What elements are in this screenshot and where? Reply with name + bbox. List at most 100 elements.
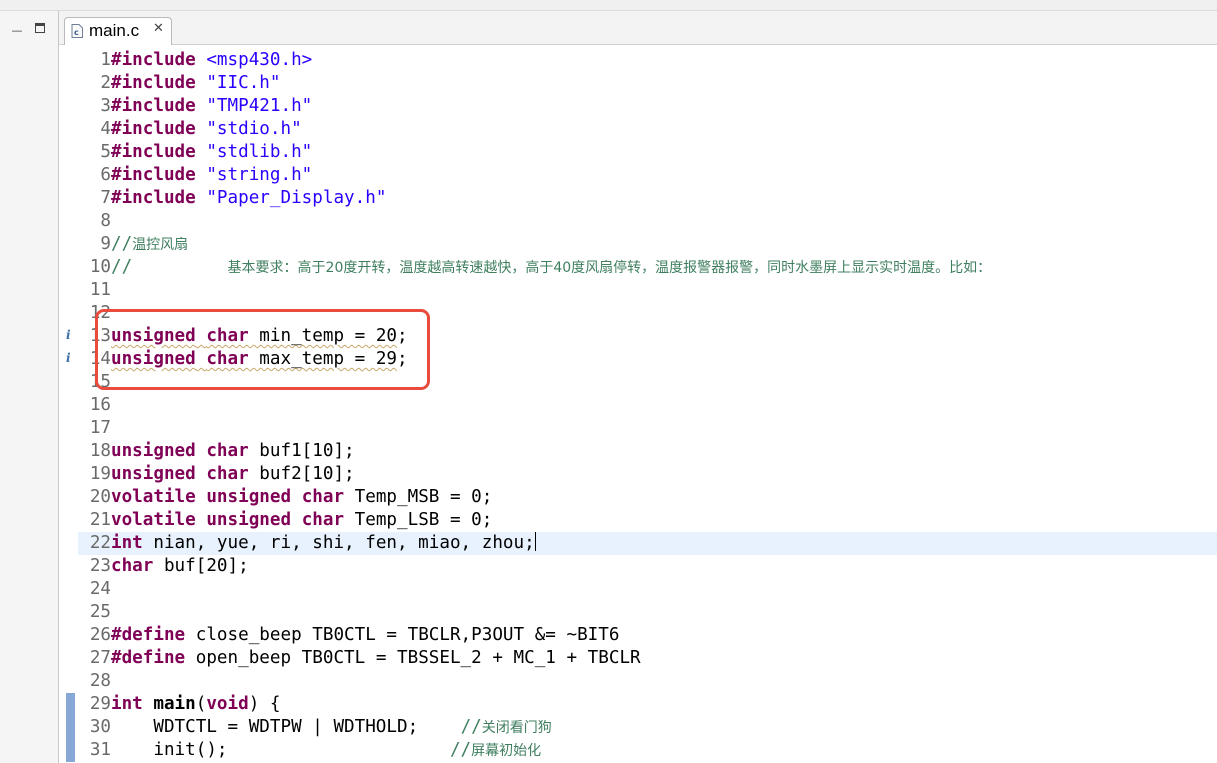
change-marker: [66, 693, 75, 716]
code-line[interactable]: 8: [78, 210, 1217, 233]
code-token: "string.h": [206, 165, 313, 185]
code-line[interactable]: 29int main(void) {: [78, 693, 1217, 716]
code-line[interactable]: 19unsigned char buf2[10];: [78, 463, 1217, 486]
code-token: //: [449, 740, 472, 760]
code-line[interactable]: 18unsigned char buf1[10];: [78, 440, 1217, 463]
code-line[interactable]: 31 init(); //屏幕初始化: [78, 739, 1217, 762]
code-line[interactable]: 12: [78, 302, 1217, 325]
code-line[interactable]: 28: [78, 670, 1217, 693]
code-line[interactable]: 6#include "string.h": [78, 164, 1217, 187]
code-line[interactable]: 16: [78, 394, 1217, 417]
code-line[interactable]: 14unsigned char max_temp = 29;: [78, 348, 1217, 371]
line-number: 8: [100, 211, 111, 231]
code-token: "IIC.h": [206, 73, 281, 93]
code-line[interactable]: 25: [78, 601, 1217, 624]
code-line[interactable]: 1#include <msp430.h>: [78, 49, 1217, 72]
code-line[interactable]: 27#define open_beep TB0CTL = TBSSEL_2 + …: [78, 647, 1217, 670]
code-line[interactable]: 23char buf[20];: [78, 555, 1217, 578]
line-number: 30: [89, 717, 111, 737]
line-number: 21: [89, 510, 111, 530]
code-text: #include "stdlib.h": [111, 142, 312, 162]
code-line[interactable]: 9//温控风扇: [78, 233, 1217, 256]
line-number: 7: [100, 188, 111, 208]
code-line[interactable]: 15: [78, 371, 1217, 394]
code-token: char: [301, 487, 345, 507]
code-text: #define open_beep TB0CTL = TBSSEL_2 + MC…: [111, 648, 641, 668]
change-marker: [66, 716, 75, 739]
code-line[interactable]: 22int nian, yue, ri, shi, fen, miao, zho…: [78, 532, 1217, 555]
line-number: 16: [89, 395, 111, 415]
code-token: main: [153, 694, 196, 714]
line-number: 14: [89, 349, 111, 369]
code-text: WDTCTL = WDTPW | WDTHOLD; //关闭看门狗: [111, 717, 551, 737]
left-panel-collapsed: —: [0, 11, 58, 763]
code-line[interactable]: 21volatile unsigned char Temp_LSB = 0;: [78, 509, 1217, 532]
code-token: close_beep TB0CTL = TBCLR,P3OUT &= ~BIT6: [185, 625, 620, 645]
line-number: 20: [89, 487, 111, 507]
code-token: char: [301, 510, 345, 530]
code-line[interactable]: 5#include "stdlib.h": [78, 141, 1217, 164]
code-token: #include: [111, 188, 196, 208]
code-line[interactable]: 26#define close_beep TB0CTL = TBCLR,P3OU…: [78, 624, 1217, 647]
code-text: #define close_beep TB0CTL = TBCLR,P3OUT …: [111, 625, 619, 645]
code-token: #include: [111, 165, 196, 185]
code-line[interactable]: 2#include "IIC.h": [78, 72, 1217, 95]
code-token: "Paper_Display.h": [206, 188, 387, 208]
code-line[interactable]: 7#include "Paper_Display.h": [78, 187, 1217, 210]
code-token: (: [195, 694, 207, 714]
maximize-icon[interactable]: [35, 23, 45, 33]
code-token: void: [206, 694, 249, 714]
code-token: char: [206, 326, 249, 346]
code-text: char buf[20];: [111, 556, 249, 576]
line-number: 31: [89, 740, 111, 760]
code-token: unsigned: [111, 349, 196, 369]
line-number: 17: [89, 418, 111, 438]
tab-main-c[interactable]: c main.c ✕: [64, 17, 172, 45]
code-text: int main(void) {: [111, 694, 281, 714]
line-number: 5: [100, 142, 111, 162]
minimize-icon[interactable]: —: [11, 25, 23, 36]
code-text: #include "string.h": [111, 165, 312, 185]
info-marker-icon[interactable]: i: [66, 351, 71, 365]
text-cursor: [534, 532, 536, 551]
code-line[interactable]: 13unsigned char min_temp = 20;: [78, 325, 1217, 348]
line-number: 13: [89, 326, 111, 346]
code-token: buf[20];: [153, 556, 249, 576]
code-token: #include: [111, 50, 196, 70]
info-marker-icon[interactable]: i: [66, 328, 71, 342]
code-token: "stdlib.h": [206, 142, 313, 162]
code-line[interactable]: 30 WDTCTL = WDTPW | WDTHOLD; //关闭看门狗: [78, 716, 1217, 739]
line-number: 10: [89, 257, 111, 277]
close-icon[interactable]: ✕: [153, 21, 164, 36]
top-toolbar-strip: [0, 0, 1217, 11]
code-line[interactable]: 20volatile unsigned char Temp_MSB = 0;: [78, 486, 1217, 509]
line-number: 3: [100, 96, 111, 116]
code-token: buf2[10];: [248, 464, 355, 484]
code-token: volatile: [111, 510, 196, 530]
line-number: 22: [89, 533, 111, 553]
code-token: #include: [111, 73, 196, 93]
line-number: 25: [89, 602, 111, 622]
code-line[interactable]: 24: [78, 578, 1217, 601]
code-line[interactable]: 3#include "TMP421.h": [78, 95, 1217, 118]
code-token: //: [111, 257, 228, 277]
code-line[interactable]: 17: [78, 417, 1217, 440]
code-line[interactable]: 10// 基本要求：高于20度开转，温度越高转速越快，高于40度风扇停转，温度报…: [78, 256, 1217, 279]
line-number: 18: [89, 441, 111, 461]
code-line[interactable]: 11: [78, 279, 1217, 302]
line-number: 29: [89, 694, 111, 714]
code-token: init();: [111, 740, 450, 760]
code-line[interactable]: 4#include "stdio.h": [78, 118, 1217, 141]
code-text: //温控风扇: [111, 234, 188, 254]
code-text: #include "stdio.h": [111, 119, 302, 139]
code-token: open_beep TB0CTL = TBSSEL_2 + MC_1 + TBC…: [185, 648, 641, 668]
